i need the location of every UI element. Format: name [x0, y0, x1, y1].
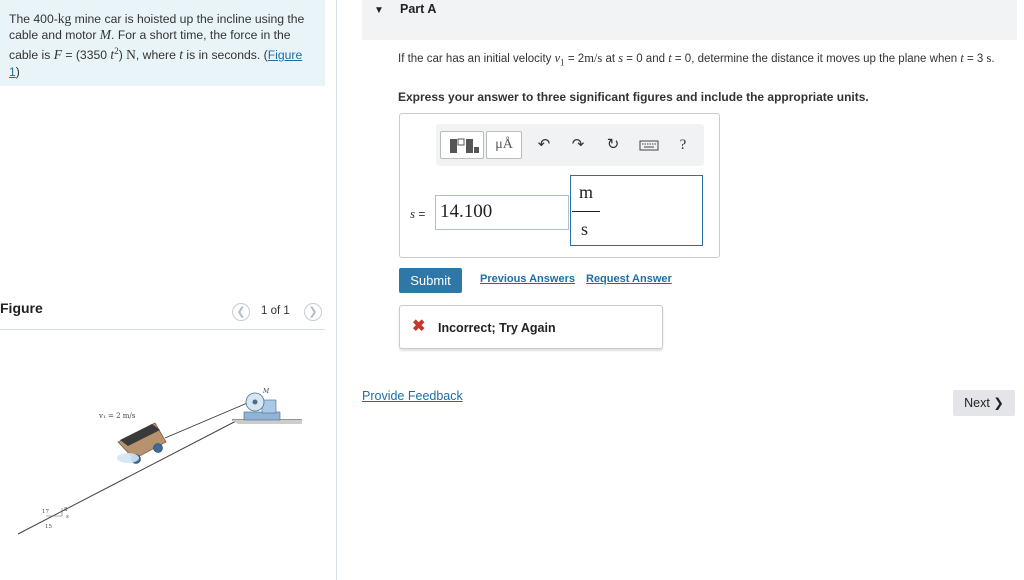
request-answer-link[interactable]: Request Answer — [586, 273, 672, 285]
redo-icon[interactable]: ↷ — [568, 135, 588, 155]
question-text: If the car has an initial velocity v1 = … — [398, 51, 1008, 70]
figure-header: Figure ❮ 1 of 1 ❯ — [0, 297, 325, 330]
feedback-box: ✖ Incorrect; Try Again — [399, 305, 663, 349]
question-fragment: at — [602, 53, 619, 65]
feedback-status: Incorrect; Try Again — [438, 321, 556, 335]
x-icon: ✖ — [412, 318, 426, 335]
slope-run-label: 15 — [45, 524, 52, 530]
submit-button[interactable]: Submit — [399, 268, 462, 293]
incline-figure: M v₁ = 2 m/s s 17 8 15 — [17, 388, 302, 535]
chevron-right-icon: ❯ — [993, 396, 1004, 410]
answer-variable-label: s = — [410, 206, 425, 222]
question-fragment: = 3 — [963, 53, 987, 65]
answer-equals: = — [415, 207, 426, 221]
slope-rise-label: 8 — [64, 507, 68, 513]
part-title[interactable]: Part A — [400, 2, 436, 16]
chevron-left-icon[interactable]: ❮ — [232, 303, 250, 321]
mass-unit: kg — [57, 11, 72, 26]
unit-denominator: s — [581, 219, 589, 239]
part-header[interactable] — [362, 0, 1017, 40]
instruction-text: Express your answer to three significant… — [398, 90, 869, 104]
velocity-unit: m/s — [584, 51, 603, 65]
slope-hypotenuse-label: 17 — [42, 509, 49, 515]
templates-icon[interactable] — [440, 131, 484, 159]
next-button[interactable]: Next ❯ — [953, 390, 1015, 416]
answer-units-input[interactable]: m s — [570, 175, 703, 246]
ground-hatch — [232, 420, 302, 424]
problem-text: ) — [15, 64, 20, 79]
question-fragment: If the car has an initial velocity — [398, 53, 555, 65]
next-label: Next — [964, 396, 990, 410]
undo-icon[interactable]: ↶ — [534, 135, 554, 155]
force-symbol: F — [53, 47, 62, 63]
problem-text: is in seconds. ( — [183, 48, 268, 63]
problem-text: = (3350 — [61, 48, 111, 63]
previous-answers-link[interactable]: Previous Answers — [480, 273, 575, 285]
equation-toolbar: μÅ ↶ ↷ ↻ ? — [436, 124, 704, 166]
figure-title: Figure — [0, 300, 43, 316]
units-icon[interactable]: μÅ — [486, 131, 522, 159]
figure-count: 1 of 1 — [261, 305, 290, 317]
help-icon[interactable]: ? — [673, 135, 693, 155]
answer-value-input[interactable]: 14.100 — [435, 195, 569, 230]
problem-statement: The 400-kg mine car is hoisted up the in… — [0, 0, 325, 86]
motor-symbol: M — [99, 27, 112, 43]
question-fragment: . — [991, 53, 995, 65]
reset-icon[interactable]: ↻ — [603, 135, 623, 155]
problem-text: , where — [135, 48, 180, 63]
force-unit: N — [126, 47, 136, 63]
provide-feedback-link[interactable]: Provide Feedback — [362, 389, 463, 403]
caret-down-icon[interactable]: ▼ — [374, 5, 384, 16]
keyboard-icon[interactable] — [637, 135, 661, 155]
unit-fraction-bar — [572, 211, 600, 212]
s-label: s — [66, 514, 69, 520]
motor-label: M — [262, 388, 270, 395]
question-fragment: = 0, determine the distance it moves up … — [671, 53, 961, 65]
chevron-right-icon[interactable]: ❯ — [304, 303, 322, 321]
mine-car — [117, 422, 167, 464]
question-fragment: = 2 — [564, 53, 585, 65]
velocity-label: v₁ = 2 m/s — [98, 412, 136, 420]
motor — [243, 392, 281, 421]
unit-numerator: m — [579, 182, 594, 202]
problem-text: The 400- — [9, 12, 58, 26]
question-fragment: = 0 and — [623, 53, 669, 65]
